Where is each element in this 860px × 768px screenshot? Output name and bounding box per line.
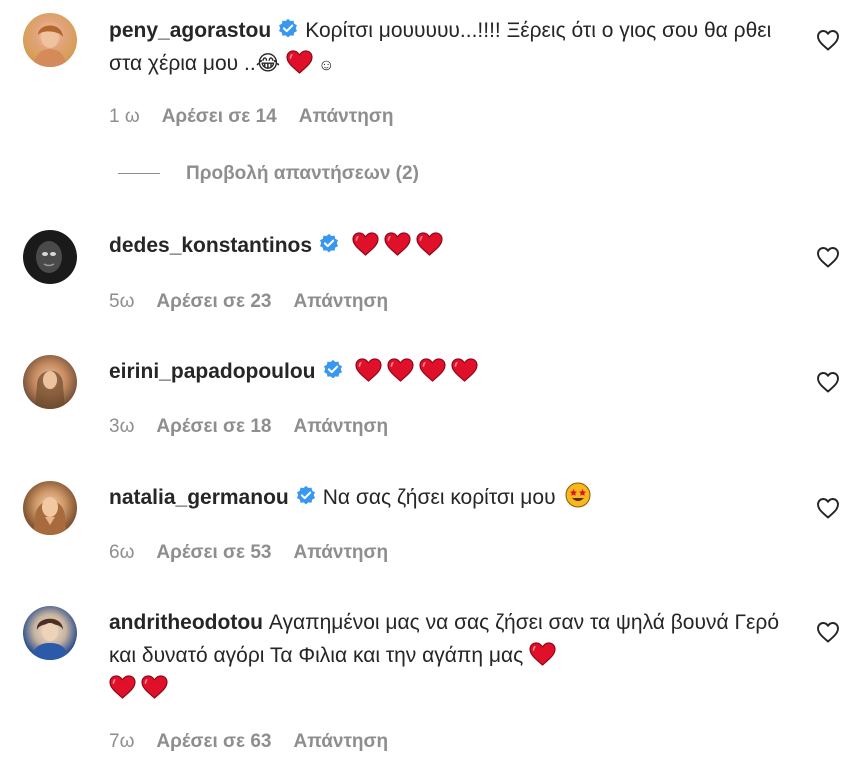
- heart-emoji-icon: [529, 642, 556, 666]
- replies-divider: [118, 173, 160, 175]
- likes-count-link[interactable]: Αρέσει σε 14: [162, 106, 277, 127]
- verified-badge-icon: [322, 359, 344, 381]
- verified-badge-icon: [277, 18, 299, 40]
- heart-emoji-icon: [286, 50, 313, 74]
- star-struck-emoji-icon: [565, 482, 591, 508]
- heart-emoji-icon: [387, 358, 414, 382]
- reply-button[interactable]: Απάντηση: [293, 416, 388, 437]
- heart-outline-icon[interactable]: [816, 621, 840, 643]
- heart-emoji-icon: [355, 358, 382, 382]
- reply-button[interactable]: Απάντηση: [299, 106, 394, 127]
- comment-text: natalia_germanou Να σας ζήσει κορίτσι μου: [109, 481, 784, 514]
- comment-username[interactable]: natalia_germanou: [109, 486, 289, 509]
- comment-body: Να σας ζήσει κορίτσι μου: [322, 486, 556, 509]
- verified-badge-icon: [295, 485, 317, 507]
- comment-time: 6ω: [109, 542, 135, 563]
- comment-meta: 1 ω Αρέσει σε 14 Απάντηση: [109, 106, 415, 128]
- likes-count-link[interactable]: Αρέσει σε 53: [156, 542, 271, 563]
- avatar[interactable]: [23, 13, 77, 67]
- avatar[interactable]: [23, 230, 77, 284]
- comment-meta: 6ω Αρέσει σε 53 Απάντηση: [109, 542, 410, 564]
- reply-button[interactable]: Απάντηση: [293, 291, 388, 312]
- heart-outline-icon[interactable]: [816, 246, 840, 268]
- heart-emoji-icon: [416, 232, 443, 256]
- comment-text: eirini_papadopoulou: [109, 355, 784, 388]
- comment-text: peny_agorastou Κορίτσι μουυυυυ...!!!! Ξέρ…: [109, 14, 784, 82]
- comment-username[interactable]: peny_agorastou: [109, 19, 271, 42]
- avatar[interactable]: [23, 481, 77, 535]
- comment-text: andritheodotou Αγαπημένοι μας να σας ζήσ…: [109, 606, 784, 705]
- heart-emoji-icon: [384, 232, 411, 256]
- heart-emoji-icon: [419, 358, 446, 382]
- comment-time: 7ω: [109, 731, 135, 752]
- heart-outline-icon[interactable]: [816, 497, 840, 519]
- comment-username[interactable]: eirini_papadopoulou: [109, 360, 316, 383]
- verified-badge-icon: [318, 233, 340, 255]
- avatar[interactable]: [23, 606, 77, 660]
- heart-outline-icon[interactable]: [816, 29, 840, 51]
- heart-emoji-icon: [352, 232, 379, 256]
- comment-text: dedes_konstantinos: [109, 229, 784, 262]
- comment-meta: 5ω Αρέσει σε 23 Απάντηση: [109, 291, 410, 313]
- view-replies-label: Προβολή απαντήσεων (2): [186, 163, 419, 184]
- heart-outline-icon[interactable]: [816, 371, 840, 393]
- avatar[interactable]: [23, 355, 77, 409]
- comment-meta: 7ω Αρέσει σε 63 Απάντηση: [109, 731, 410, 753]
- heart-emoji-icon: [141, 675, 168, 699]
- smile-emoji: ☺: [318, 57, 335, 74]
- heart-emoji-icon: [109, 675, 136, 699]
- likes-count-link[interactable]: Αρέσει σε 18: [156, 416, 271, 437]
- comment-username[interactable]: dedes_konstantinos: [109, 234, 312, 257]
- likes-count-link[interactable]: Αρέσει σε 23: [156, 291, 271, 312]
- comment-username[interactable]: andritheodotou: [109, 611, 263, 634]
- reply-button[interactable]: Απάντηση: [293, 731, 388, 752]
- reply-button[interactable]: Απάντηση: [293, 542, 388, 563]
- comment-time: 5ω: [109, 291, 135, 312]
- view-replies-button[interactable]: Προβολή απαντήσεων (2): [118, 163, 419, 185]
- likes-count-link[interactable]: Αρέσει σε 63: [156, 731, 271, 752]
- heart-emoji-icon: [451, 358, 478, 382]
- comment-time: 1 ω: [109, 106, 140, 127]
- comment-meta: 3ω Αρέσει σε 18 Απάντηση: [109, 416, 410, 438]
- comment-time: 3ω: [109, 416, 135, 437]
